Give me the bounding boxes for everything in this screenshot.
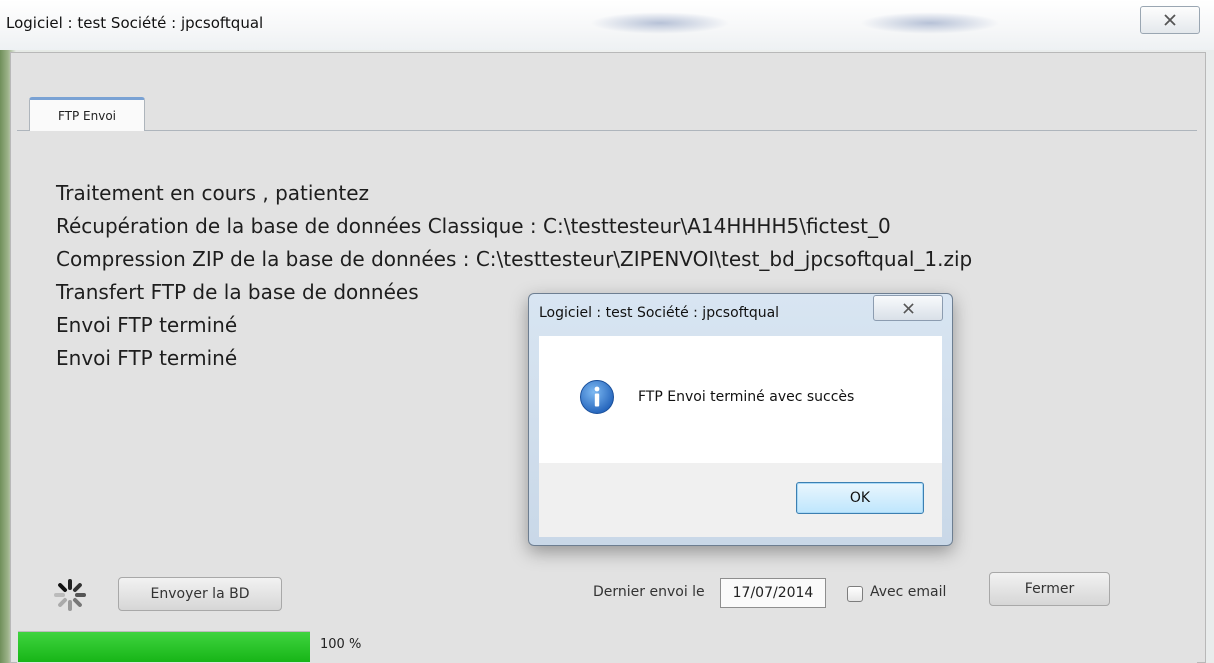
title-bar: Logiciel : test Société : jpcsoftqual <box>0 0 1214 50</box>
window-close-button[interactable] <box>1140 6 1200 34</box>
spinner-icon <box>54 579 86 611</box>
last-send-date-field[interactable]: 17/07/2014 <box>720 578 826 608</box>
close-button[interactable]: Fermer <box>989 572 1110 606</box>
dialog-message: FTP Envoi terminé avec succès <box>638 389 855 405</box>
progress-fill <box>18 632 310 662</box>
dialog-footer: OK <box>539 463 942 537</box>
close-icon <box>1164 14 1176 26</box>
dialog-body: FTP Envoi terminé avec succès <box>539 336 942 463</box>
info-icon <box>580 380 614 414</box>
log-line: Récupération de la base de données Class… <box>56 214 891 238</box>
dialog-title: Logiciel : test Société : jpcsoftqual <box>539 305 780 321</box>
progress-text: 100 % <box>320 637 362 652</box>
email-checkbox[interactable] <box>847 586 863 602</box>
log-line: Traitement en cours , patientez <box>56 181 370 205</box>
email-checkbox-label[interactable]: Avec email <box>870 584 946 600</box>
close-icon <box>902 302 914 314</box>
progress-bar <box>18 631 310 662</box>
blurred-region <box>860 12 1000 34</box>
blurred-region <box>590 12 730 34</box>
last-send-label: Dernier envoi le <box>593 584 705 600</box>
window-title: Logiciel : test Société : jpcsoftqual <box>6 14 264 32</box>
log-line: Compression ZIP de la base de données : … <box>56 247 973 271</box>
dialog-close-button[interactable] <box>873 295 943 321</box>
tab-ftp-envoi[interactable]: FTP Envoi <box>29 97 145 131</box>
ok-button[interactable]: OK <box>796 482 924 514</box>
message-dialog: Logiciel : test Société : jpcsoftqual FT… <box>528 293 953 546</box>
send-db-button[interactable]: Envoyer la BD <box>118 577 282 611</box>
